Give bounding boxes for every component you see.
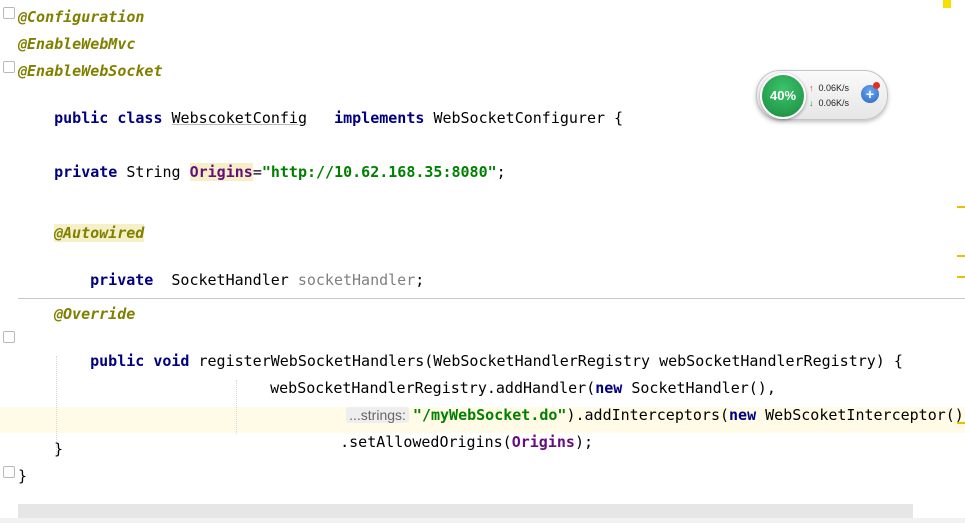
semicolon: ; [496,163,506,181]
status-area [0,518,965,523]
type-name: String [126,163,181,181]
scroll-marker [957,255,965,257]
field-origins: Origins [189,163,253,181]
code-line-1[interactable]: @Configuration [18,7,144,27]
string-literal: "http://10.62.168.35:8080" [261,163,497,181]
operator: = [252,163,262,181]
code-text: WebScoketInterceptor()) [765,406,965,424]
code-text: .setAllowedOrigins( [340,433,512,451]
upload-speed-value: 0.06K/s [818,83,850,93]
code-text: ); [574,433,593,451]
code-line-4[interactable]: public class WebscoketConfig implements … [18,88,623,127]
down-arrow-icon: ↓ [809,98,814,108]
code-line-3[interactable]: @EnableWebSocket [18,61,163,81]
code-line-12[interactable]: .setAllowedOrigins(Origins); [304,412,593,451]
code-line-6[interactable]: @Autowired [54,223,145,243]
type-name: SocketHandler [171,271,289,289]
code-line-5[interactable]: private String Origins="http://10.62.168… [18,142,506,181]
method-separator [18,298,965,299]
field-origins: Origins [511,433,575,451]
keyword: private [90,271,154,289]
upload-speed: ↑ 0.06K/s [809,83,849,93]
annotation: @Autowired [54,224,145,242]
horizontal-scrollbar[interactable] [18,504,913,518]
code-line-9[interactable]: public void registerWebSocketHandlers(We… [54,331,903,370]
class-name: WebscoketConfig [171,109,307,127]
network-speed-widget[interactable]: 40% ↑ 0.06K/s ↓ 0.06K/s + [756,70,888,120]
download-speed: ↓ 0.06K/s [809,98,849,108]
fold-marker[interactable] [3,61,15,73]
editor-gutter [0,0,14,523]
unused-field: socketHandler [297,271,416,289]
keyword: new [729,406,757,424]
fold-marker[interactable] [3,7,15,19]
scroll-marker [957,276,965,278]
code-line-10[interactable]: webSocketHandlerRegistry.addHandler(new … [234,358,776,397]
usage-percent-badge: 40% [760,73,806,119]
notification-dot [873,82,880,89]
keyword: private [54,163,118,181]
code-line-11[interactable]: ...strings: "/myWebSocket.do").addInterce… [310,385,965,424]
keyword: implements [334,109,425,127]
fold-marker[interactable] [3,331,15,343]
code-line-2[interactable]: @EnableWebMvc [18,34,135,54]
interface-name: WebSocketConfigurer { [433,109,624,127]
keyword: public class [54,109,163,127]
keyword: public void [90,352,190,370]
up-arrow-icon: ↑ [809,83,814,93]
code-line-7[interactable]: private SocketHandler socketHandler; [54,250,424,289]
warning-marker [943,0,951,8]
code-line-14[interactable]: } [18,466,27,486]
fold-marker[interactable] [3,466,15,478]
code-line-13[interactable]: } [54,439,63,459]
code-line-8[interactable]: @Override [54,304,135,324]
semicolon: ; [415,271,425,289]
scroll-marker [957,206,965,208]
download-speed-value: 0.06K/s [818,98,850,108]
